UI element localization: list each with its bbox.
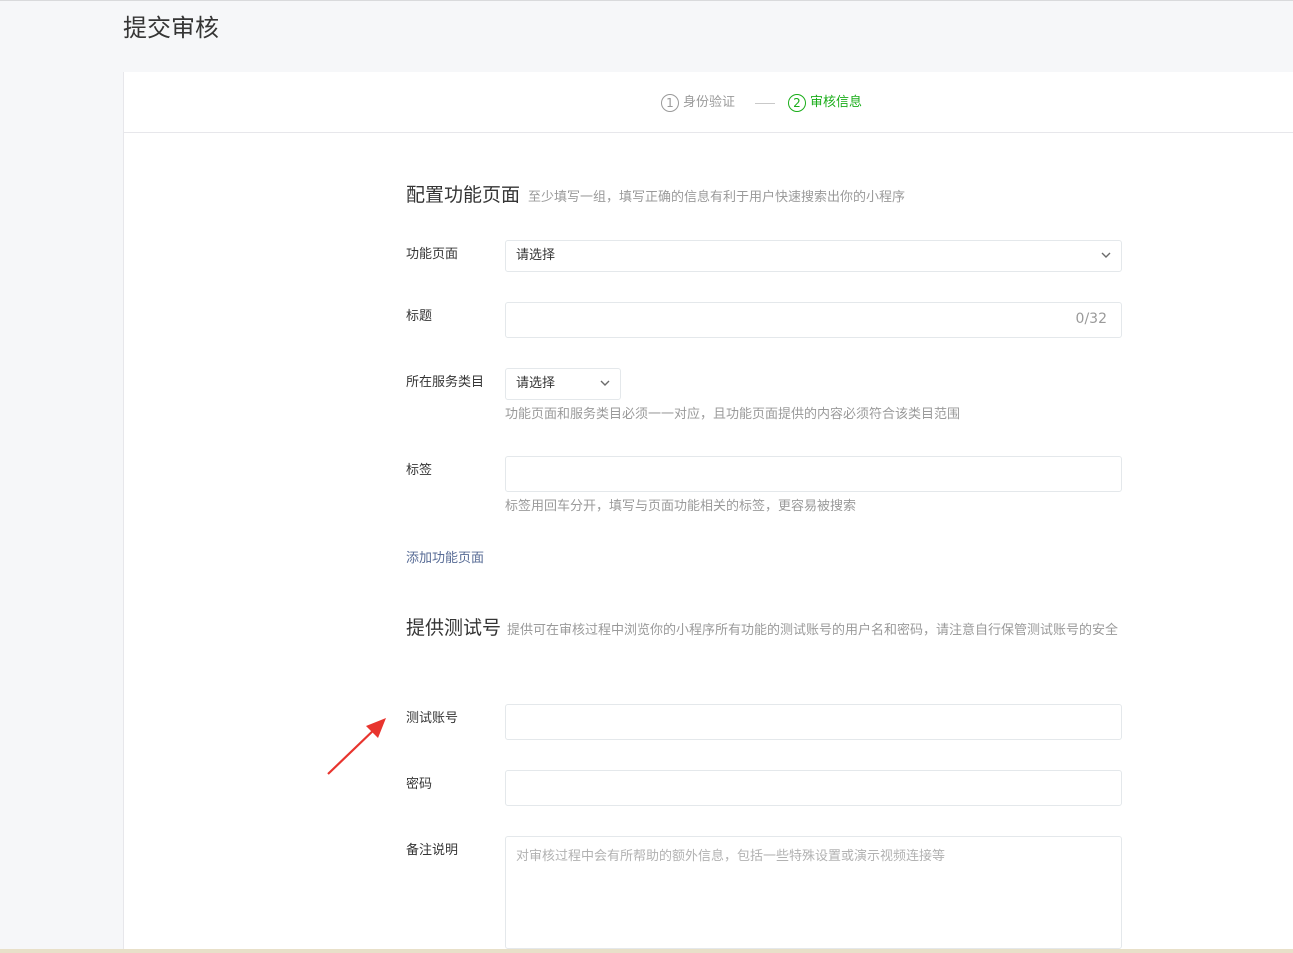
category-select[interactable]: 请选择 (505, 368, 621, 400)
config-section-desc: 至少填写一组，填写正确的信息有利于用户快速搜索出你的小程序 (528, 190, 906, 205)
function-page-label: 功能页面 (406, 247, 459, 262)
step-number: 2 (788, 94, 806, 112)
tags-input[interactable] (505, 456, 1122, 492)
remark-placeholder: 对审核过程中会有所帮助的额外信息，包括一些特殊设置或演示视频连接等 (516, 849, 946, 864)
remark-label: 备注说明 (406, 843, 459, 858)
password-input[interactable] (505, 770, 1122, 806)
step-label: 身份验证 (683, 95, 736, 110)
test-section-title: 提供测试号 (406, 617, 502, 639)
test-account-input[interactable] (505, 704, 1122, 740)
step-number: 1 (661, 94, 679, 112)
step-label: 审核信息 (810, 95, 863, 110)
red-arrow-icon (327, 718, 386, 775)
form-card: 1 身份验证 2 审核信息 配置功能页面 至少填写一组，填写正确的信息有利于用户快… (123, 72, 1293, 953)
test-section-desc: 提供可在审核过程中浏览你的小程序所有功能的测试账号的用户名和密码，请注意自行保管… (507, 623, 1119, 638)
title-char-counter: 0/32 (1075, 311, 1107, 327)
bottom-strip (0, 949, 1293, 953)
category-select-value: 请选择 (516, 376, 556, 391)
test-section-header: 提供测试号 提供可在审核过程中浏览你的小程序所有功能的测试账号的用户名和密码，请注… (406, 612, 1126, 647)
title-input[interactable]: 0/32 (505, 302, 1122, 338)
function-page-select-value: 请选择 (516, 248, 556, 263)
chevron-down-icon (600, 380, 610, 386)
step-identity-verification: 1 身份验证 (661, 93, 735, 113)
chevron-down-icon (1101, 252, 1111, 258)
test-account-label: 测试账号 (406, 711, 459, 726)
step-divider (755, 103, 775, 104)
page-title: 提交审核 (123, 14, 219, 42)
config-section-header: 配置功能页面 至少填写一组，填写正确的信息有利于用户快速搜索出你的小程序 (406, 182, 905, 211)
function-page-select[interactable]: 请选择 (505, 240, 1122, 272)
page: 提交审核 1 身份验证 2 审核信息 配置功能页面 至少填写一组，填写正确的信息有… (0, 0, 1293, 953)
tags-hint: 标签用回车分开，填写与页面功能相关的标签，更容易被搜索 (505, 499, 857, 514)
remark-textarea[interactable]: 对审核过程中会有所帮助的额外信息，包括一些特殊设置或演示视频连接等 (505, 836, 1122, 949)
add-function-page-link[interactable]: 添加功能页面 (406, 549, 484, 569)
category-hint: 功能页面和服务类目必须一一对应，且功能页面提供的内容必须符合该类目范围 (505, 407, 961, 422)
password-label: 密码 (406, 777, 433, 792)
category-label: 所在服务类目 (406, 375, 485, 390)
step-review-info: 2 审核信息 (788, 93, 862, 113)
tags-label: 标签 (406, 463, 433, 478)
config-section-title: 配置功能页面 (406, 184, 521, 206)
top-divider (0, 0, 1293, 1)
steps-bar: 1 身份验证 2 审核信息 (124, 72, 1293, 133)
title-label: 标题 (406, 309, 433, 324)
